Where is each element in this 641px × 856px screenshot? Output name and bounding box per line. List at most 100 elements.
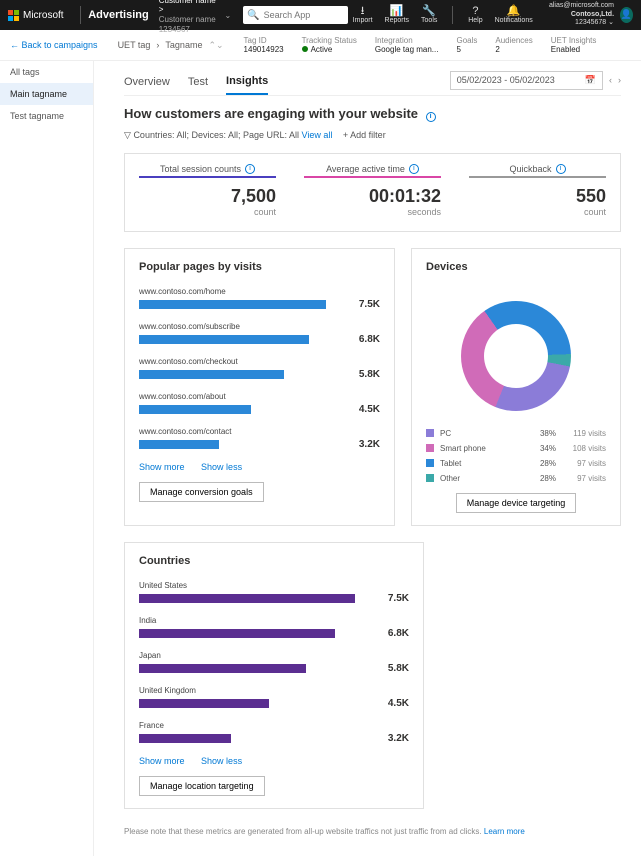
- top-header: Microsoft Advertising Customer name > Cu…: [0, 0, 641, 30]
- bar-row: www.contoso.com/about4.5K: [139, 392, 380, 415]
- device-legend-row: Other28%97 visits: [426, 474, 606, 483]
- meta-item: Tracking StatusActive: [302, 36, 357, 54]
- crumb-tagname[interactable]: Tagname: [165, 40, 202, 50]
- content: Overview Test Insights 05/02/2023 - 05/0…: [94, 61, 641, 856]
- breadcrumb: UET tag › Tagname ⌃⌄: [118, 40, 224, 51]
- learn-more-link[interactable]: Learn more: [484, 827, 525, 836]
- manage-device-targeting-button[interactable]: Manage device targeting: [456, 493, 577, 513]
- main-layout: All tagsMain tagnameTest tagname Overvie…: [0, 61, 641, 856]
- chevron-updown-icon[interactable]: ⌃⌄: [208, 40, 223, 51]
- page-title: How customers are engaging with your web…: [124, 106, 621, 122]
- customer-line1: Customer name >: [159, 0, 219, 15]
- view-all-filters-link[interactable]: View all: [302, 130, 333, 140]
- device-legend-row: Smart phone34%108 visits: [426, 444, 606, 453]
- show-links: Show more Show less: [139, 462, 380, 472]
- bar-row: India6.8K: [139, 616, 409, 639]
- sidebar-item[interactable]: Test tagname: [0, 105, 93, 127]
- show-less-link[interactable]: Show less: [201, 462, 242, 472]
- kpi: Total session counts i7,500count: [125, 154, 290, 231]
- divider: [452, 6, 453, 24]
- help-icon: ?: [472, 6, 478, 17]
- breadcrumb-bar: ← Back to campaigns UET tag › Tagname ⌃⌄…: [0, 30, 641, 61]
- meta-item: Audiences2: [495, 36, 532, 54]
- meta-item: IntegrationGoogle tag man...: [375, 36, 439, 54]
- crumb-uet-tag[interactable]: UET tag: [118, 40, 151, 50]
- import-icon: ⭳: [361, 6, 365, 17]
- search-icon: 🔍: [247, 10, 259, 21]
- meta-item: Tag ID149014923: [244, 36, 284, 54]
- brand-text: Microsoft: [23, 10, 64, 21]
- card-title: Devices: [426, 261, 606, 273]
- back-to-campaigns-link[interactable]: ← Back to campaigns: [10, 40, 98, 50]
- chevron-down-icon[interactable]: ⌄: [225, 11, 232, 20]
- tools-button[interactable]: 🔧Tools: [416, 6, 442, 24]
- info-icon[interactable]: i: [426, 112, 436, 122]
- filter-icon: ▽: [124, 130, 131, 140]
- tab-test[interactable]: Test: [188, 70, 208, 94]
- date-range-container: 05/02/2023 - 05/02/2023 📅 ‹ ›: [450, 71, 621, 94]
- account-email: alias@microsoft.com: [546, 2, 614, 10]
- devices-donut-chart: [426, 287, 606, 429]
- sidebar-item[interactable]: Main tagname: [0, 83, 93, 105]
- ms-logo-icon: [8, 10, 19, 21]
- product-name: Advertising: [88, 9, 149, 21]
- manage-location-targeting-button[interactable]: Manage location targeting: [139, 776, 265, 796]
- show-links: Show more Show less: [139, 756, 409, 766]
- popular-pages-card: Popular pages by visits www.contoso.com/…: [124, 248, 395, 526]
- tab-insights[interactable]: Insights: [226, 69, 268, 95]
- add-filter-button[interactable]: + Add filter: [343, 130, 386, 140]
- bar-row: Japan5.8K: [139, 651, 409, 674]
- show-less-link[interactable]: Show less: [201, 756, 242, 766]
- devices-card: Devices PC38%119 visits Smart phone34%108…: [411, 248, 621, 526]
- tabs: Overview Test Insights 05/02/2023 - 05/0…: [124, 69, 621, 96]
- bar-row: www.contoso.com/contact3.2K: [139, 427, 380, 450]
- date-next-button[interactable]: ›: [618, 75, 621, 85]
- customer-selector[interactable]: Customer name > Customer name 1234567: [159, 0, 219, 34]
- bar-row: www.contoso.com/home7.5K: [139, 287, 380, 310]
- kpi-card: Total session counts i7,500countAverage …: [124, 153, 621, 232]
- meta-item: UET InsightsEnabled: [551, 36, 597, 54]
- header-actions: ⭳Import 📊Reports 🔧Tools ?Help 🔔Notificat…: [348, 2, 633, 27]
- device-legend-row: Tablet28%97 visits: [426, 459, 606, 468]
- reports-icon: 📊: [390, 6, 404, 17]
- kpi: Average active time i00:01:32seconds: [290, 154, 455, 231]
- countries-card: Countries United States7.5K India6.8K Japa…: [124, 542, 424, 809]
- date-prev-button[interactable]: ‹: [609, 75, 612, 85]
- account-id: 12345678: [575, 19, 606, 26]
- info-icon[interactable]: i: [556, 164, 566, 174]
- sidebar-item[interactable]: All tags: [0, 61, 93, 83]
- help-button[interactable]: ?Help: [463, 6, 487, 24]
- card-title: Countries: [139, 555, 409, 567]
- kpi: Quickback i550count: [455, 154, 620, 231]
- sidebar: All tagsMain tagnameTest tagname: [0, 61, 94, 856]
- search-input[interactable]: [264, 10, 344, 20]
- bar-row: United States7.5K: [139, 581, 409, 604]
- import-button[interactable]: ⭳Import: [348, 6, 378, 24]
- notifications-button[interactable]: 🔔Notifications: [490, 6, 538, 24]
- bar-row: France3.2K: [139, 721, 409, 744]
- bar-row: www.contoso.com/checkout5.8K: [139, 357, 380, 380]
- show-more-link[interactable]: Show more: [139, 462, 185, 472]
- meta-item: Goals5: [456, 36, 477, 54]
- tag-meta: Tag ID149014923 Tracking StatusActive Inte…: [244, 36, 597, 54]
- bar-row: www.contoso.com/subscribe6.8K: [139, 322, 380, 345]
- show-more-link[interactable]: Show more: [139, 756, 185, 766]
- info-icon[interactable]: i: [245, 164, 255, 174]
- account-info[interactable]: alias@microsoft.com Contoso,Ltd. 1234567…: [546, 2, 614, 27]
- search-box[interactable]: 🔍: [243, 6, 347, 24]
- tab-overview[interactable]: Overview: [124, 70, 170, 94]
- bar-row: United Kingdom4.5K: [139, 686, 409, 709]
- device-legend-row: PC38%119 visits: [426, 429, 606, 438]
- microsoft-logo: Microsoft: [8, 10, 64, 21]
- date-range-text: 05/02/2023 - 05/02/2023: [457, 75, 555, 85]
- reports-button[interactable]: 📊Reports: [380, 6, 415, 24]
- account-name: Contoso,Ltd.: [571, 11, 614, 18]
- manage-conversion-goals-button[interactable]: Manage conversion goals: [139, 482, 264, 502]
- tools-icon: 🔧: [422, 6, 436, 17]
- card-title: Popular pages by visits: [139, 261, 380, 273]
- date-range-picker[interactable]: 05/02/2023 - 05/02/2023 📅: [450, 71, 603, 90]
- filter-bar: ▽ Countries: All; Devices: All; Page URL…: [124, 130, 621, 141]
- avatar[interactable]: 👤: [620, 7, 633, 23]
- info-icon[interactable]: i: [409, 164, 419, 174]
- divider: [80, 6, 81, 24]
